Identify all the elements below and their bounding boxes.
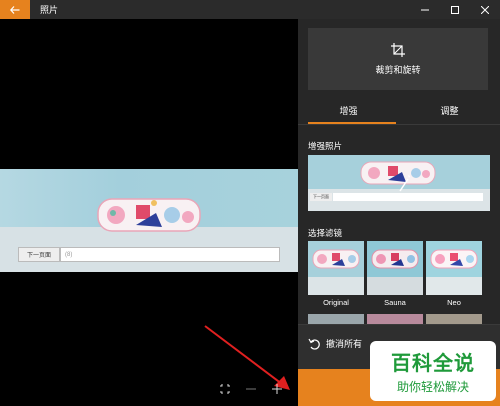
tabs-divider (298, 124, 500, 125)
minus-icon (246, 388, 256, 390)
zoom-out-button[interactable] (238, 379, 264, 399)
filter-thumbnail (367, 241, 423, 295)
filter-list: Original Sauna Neo (308, 241, 490, 307)
maximize-icon (451, 5, 459, 14)
crop-rotate-button[interactable]: 裁剪和旋转 (308, 28, 488, 90)
back-arrow-icon (10, 5, 20, 14)
enhance-photo-preview[interactable]: 下一页面 (308, 155, 490, 211)
filter-name: Sauna (384, 298, 406, 307)
filter-thumbnail (426, 241, 482, 295)
filter-thumbnail-partial[interactable] (367, 314, 423, 324)
thumb-ground (426, 277, 482, 295)
filter-original[interactable]: Original (308, 241, 364, 307)
filter-thumbnail (308, 241, 364, 295)
watermark-logo: 百科全说 助你轻松解决 (370, 341, 496, 401)
thumb-doodle (312, 249, 360, 269)
enhance-section-label: 增强照片 (308, 141, 343, 151)
photo-canvas[interactable]: 下一页面 (8) (0, 19, 298, 406)
doodle-logo (97, 198, 201, 232)
magic-wand-icon (399, 175, 410, 192)
filter-name: Neo (447, 298, 461, 307)
back-button[interactable] (0, 0, 30, 19)
panel-tabs: 增强 调整 (298, 99, 500, 124)
undo-all-label: 撤消所有 (326, 339, 363, 349)
photo-search-box: (8) (60, 247, 280, 262)
fit-to-screen-button[interactable] (212, 379, 238, 399)
watermark-sub-text: 助你轻松解决 (396, 380, 469, 394)
photo-prev-page-label: 下一页面 (18, 247, 60, 262)
thumb-ground (367, 277, 423, 295)
filters-section-label: 选择滤镜 (308, 228, 343, 238)
title-bar: 照片 (0, 0, 500, 19)
crop-icon (391, 42, 405, 57)
tab-enhance[interactable]: 增强 (298, 99, 399, 124)
maximize-button[interactable] (440, 0, 470, 19)
filter-thumbnail-partial[interactable] (426, 314, 482, 324)
filter-thumbnail-partial[interactable] (308, 314, 364, 324)
plus-icon (272, 384, 282, 394)
enhance-preview-prev-label: 下一页面 (310, 193, 332, 201)
thumb-ground (308, 277, 364, 295)
zoom-in-button[interactable] (264, 379, 290, 399)
photo-search-row: 下一页面 (8) (18, 247, 280, 262)
filter-sauna[interactable]: Sauna (367, 241, 423, 307)
undo-all-button[interactable]: 撤消所有 (308, 337, 362, 350)
close-icon (481, 5, 489, 14)
filter-neo[interactable]: Neo (426, 241, 482, 307)
minimize-button[interactable] (410, 0, 440, 19)
minimize-icon (421, 9, 429, 10)
app-title: 照片 (40, 5, 59, 15)
tab-adjust[interactable]: 调整 (399, 99, 500, 121)
thumb-doodle (430, 249, 478, 269)
thumb-doodle (371, 249, 419, 269)
filter-name: Original (323, 298, 349, 307)
enhance-preview-search (333, 193, 483, 201)
filter-list-row2 (308, 314, 490, 324)
undo-icon (308, 338, 320, 350)
fit-screen-icon (220, 384, 230, 394)
watermark-main-text: 百科全说 (391, 353, 475, 375)
canvas-toolbar (212, 379, 290, 399)
crop-rotate-label: 裁剪和旋转 (375, 64, 421, 75)
photo-image: 下一页面 (8) (0, 169, 298, 272)
close-button[interactable] (470, 0, 500, 19)
